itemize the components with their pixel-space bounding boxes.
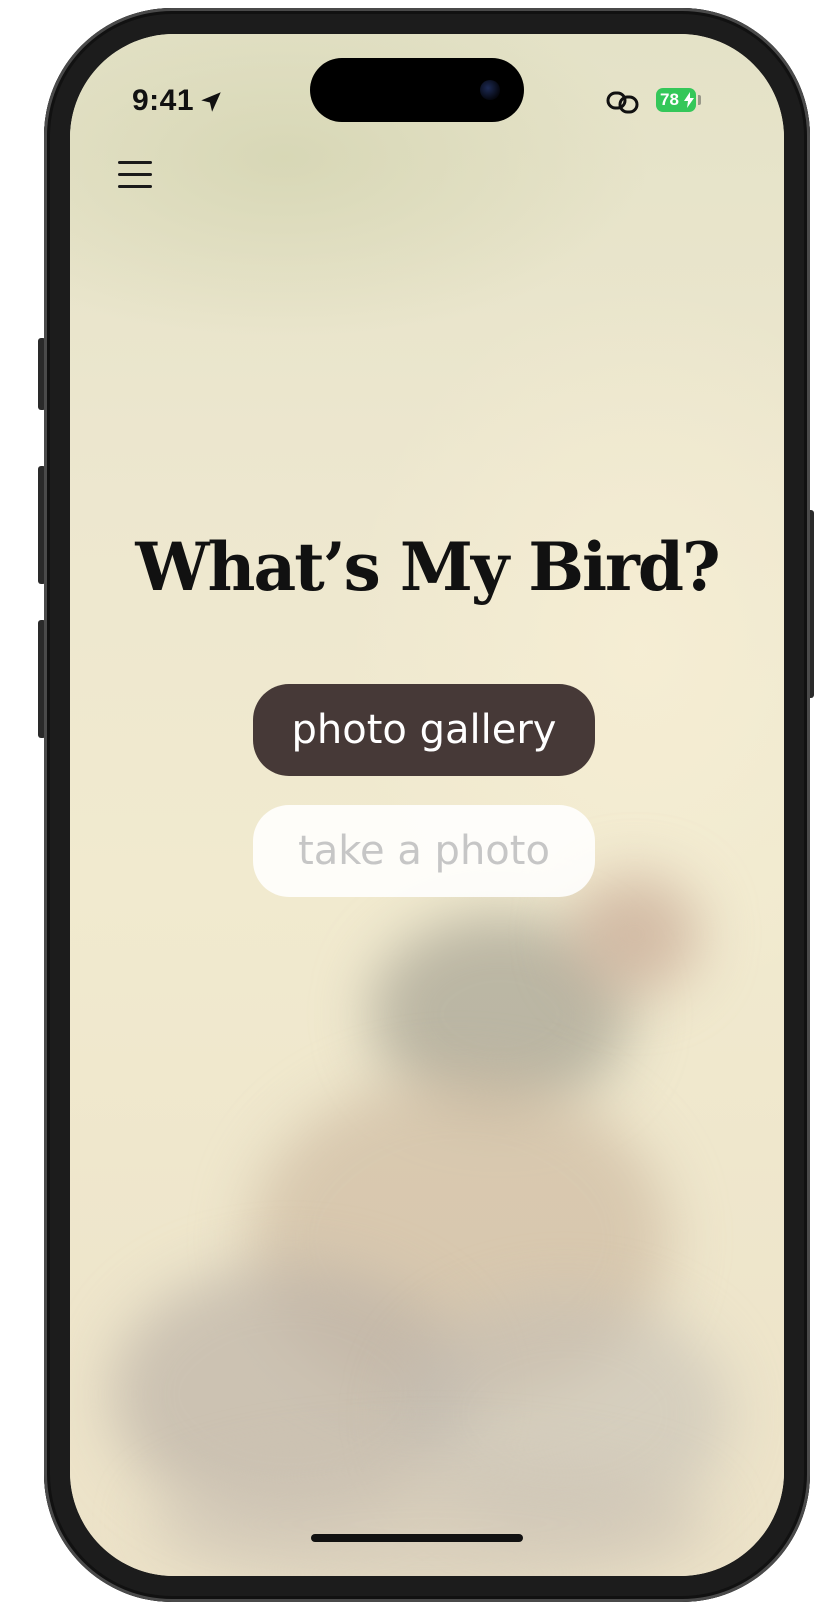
take-photo-button[interactable]: take a photo (253, 805, 595, 897)
battery-cap (698, 95, 701, 105)
link-icon (606, 91, 639, 114)
photo-gallery-button[interactable]: photo gallery (253, 684, 595, 776)
battery-level: 78 (660, 90, 679, 109)
app-title: What’s My Bird? (135, 528, 720, 606)
status-time: 9:41 (132, 84, 195, 117)
location-arrow-icon (201, 92, 221, 112)
app-screen: 9:41 78 What’s My Bird? photo gallery ta… (70, 34, 784, 1576)
menu-line (118, 161, 152, 164)
device-mockup: 9:41 78 What’s My Bird? photo gallery ta… (0, 0, 831, 1611)
charging-bolt-icon (684, 92, 694, 108)
dynamic-island (310, 58, 524, 122)
battery-charging-icon: 78 (656, 88, 696, 112)
blurred-bird-shape (570, 874, 700, 994)
home-indicator[interactable] (311, 1534, 523, 1542)
front-camera (480, 80, 500, 100)
menu-line (118, 173, 152, 176)
hamburger-menu-icon[interactable] (116, 158, 154, 192)
menu-line (118, 185, 152, 188)
